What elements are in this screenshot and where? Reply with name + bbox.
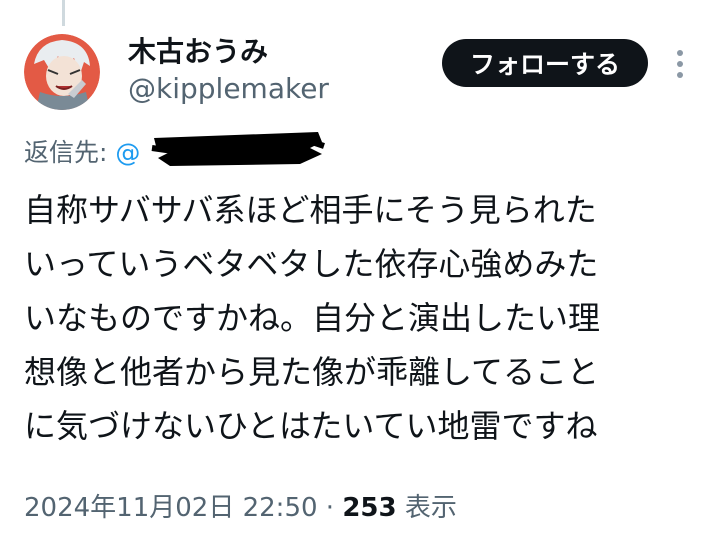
more-options-icon[interactable] bbox=[668, 46, 692, 82]
tweet-body: 自称サバサバ系ほど相手にそう見られた いっていうベタベタした依存心強めみた いな… bbox=[24, 183, 704, 453]
reply-to-label: 返信先: bbox=[24, 138, 108, 167]
author-handle[interactable]: @kipplemaker bbox=[128, 72, 329, 105]
tweet-timestamp[interactable]: 2024年11月02日 22:50 bbox=[24, 493, 318, 523]
author-display-name[interactable]: 木古おうみ bbox=[128, 30, 268, 70]
thread-connector-line bbox=[62, 0, 65, 26]
views-count: 253 bbox=[342, 493, 397, 523]
views-label: 表示 bbox=[404, 493, 457, 523]
tweet-text-line: 自称サバサバ系ほど相手にそう見られた bbox=[24, 191, 597, 229]
reply-to-mention-link[interactable]: @ bbox=[115, 138, 140, 167]
tweet-meta: 2024年11月02日 22:50 · 253 表示 bbox=[24, 487, 457, 524]
follow-button[interactable]: フォローする bbox=[442, 39, 648, 87]
tweet-text-line: いなものですかね。自分と演出したい理 bbox=[24, 299, 601, 337]
reply-to-line: 返信先: @ bbox=[24, 133, 140, 169]
meta-separator: · bbox=[325, 493, 335, 523]
tweet-text-line: 想像と他者から見た像が乖離してること bbox=[24, 353, 600, 391]
tweet-text-line: いっていうベタベタした依存心強めみた bbox=[24, 245, 599, 283]
tweet-text-line: に気づけないひとはたいてい地雷ですね bbox=[24, 407, 598, 445]
redaction-scribble bbox=[150, 128, 325, 170]
avatar-illustration-icon bbox=[24, 34, 100, 110]
author-avatar[interactable] bbox=[24, 34, 100, 110]
